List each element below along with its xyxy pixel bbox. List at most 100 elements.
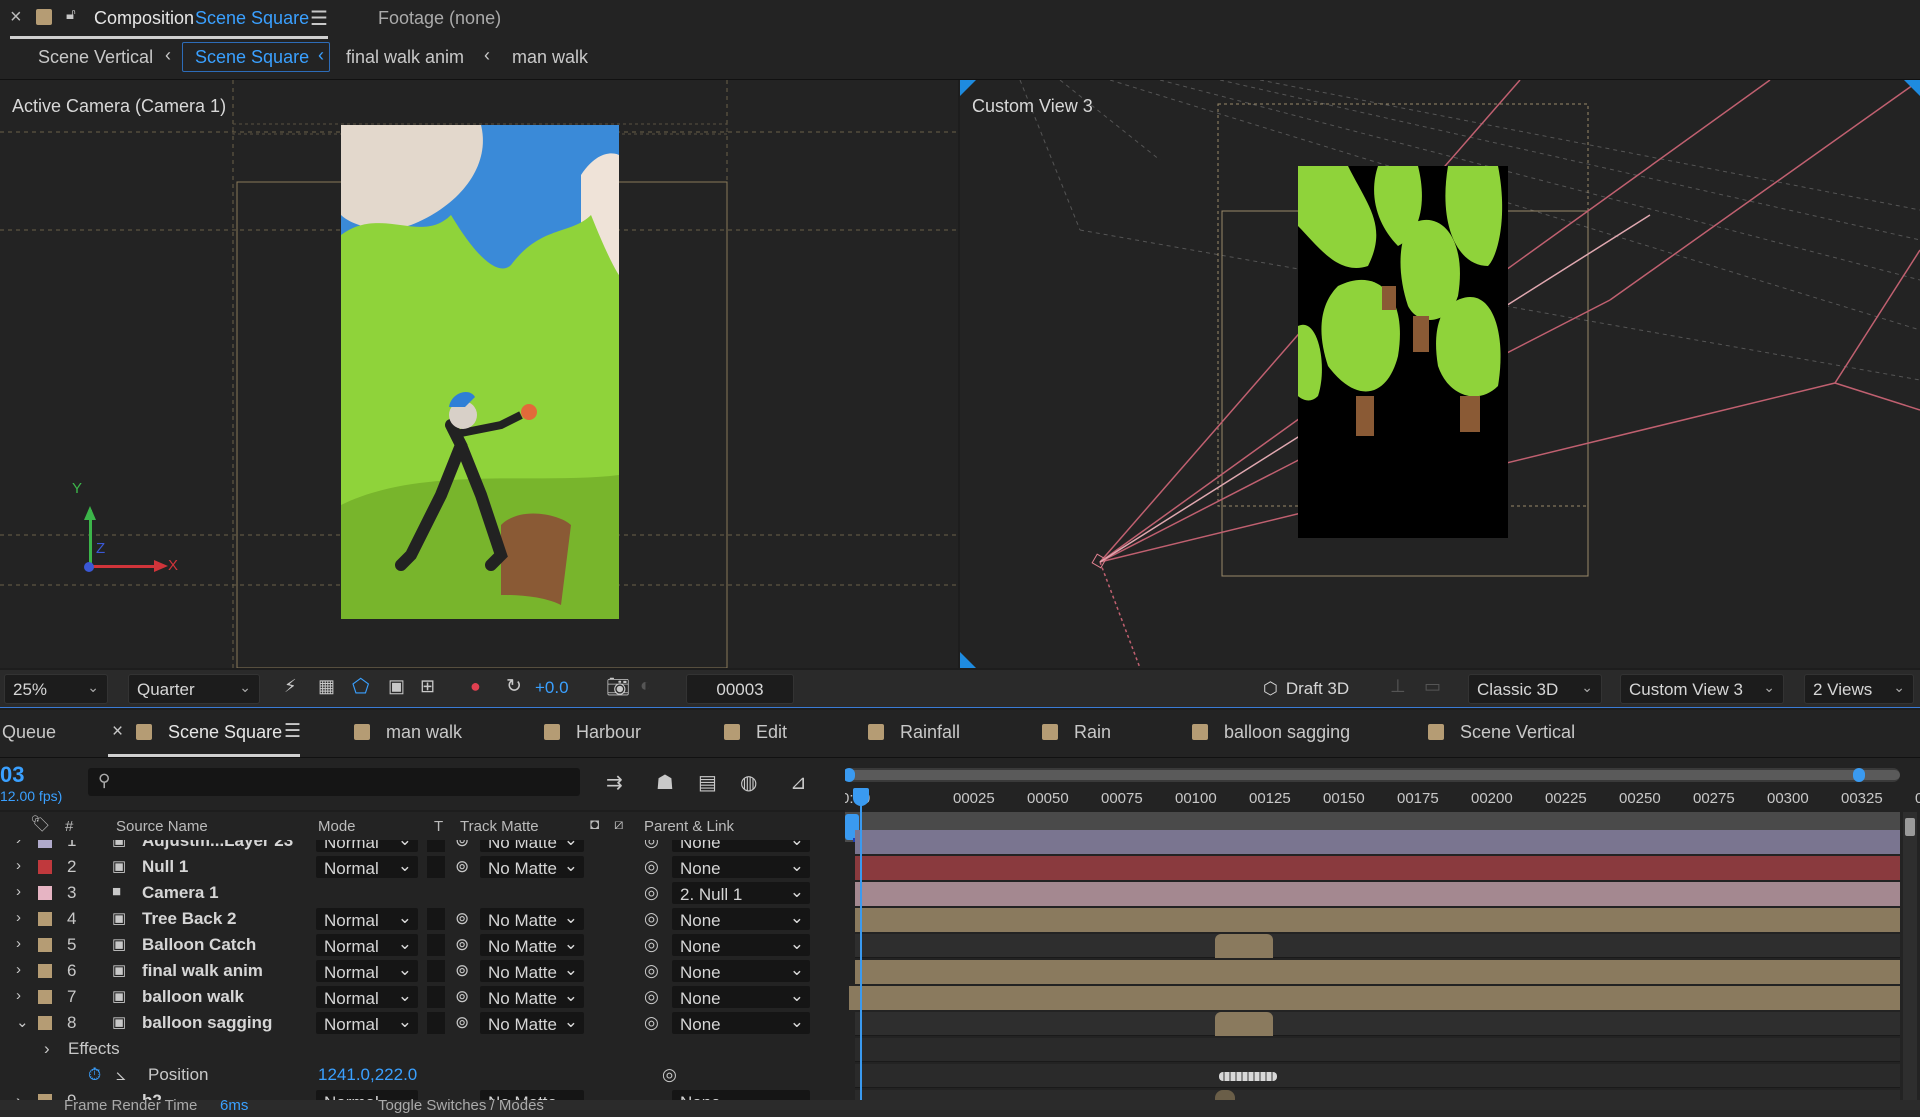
label-color[interactable]	[38, 1016, 52, 1030]
toggle-switches-modes[interactable]: Toggle Switches / Modes	[378, 1097, 544, 1114]
preserve-transparency-toggle[interactable]	[427, 934, 445, 956]
breadcrumb-scene-vertical[interactable]: Scene Vertical	[38, 47, 153, 68]
pickwhip-icon[interactable]: ◎	[644, 961, 659, 981]
layer-row[interactable]: › 5 ▣ Balloon Catch Normal ⌄ ⊚ No Matte ⌄ …	[0, 932, 845, 958]
layer-bar[interactable]	[1215, 1012, 1273, 1036]
chevron-right-icon[interactable]: ›	[16, 987, 21, 1004]
track-row[interactable]	[855, 856, 1900, 880]
mask-path-icon[interactable]: ⬠	[352, 674, 369, 699]
layer-bar[interactable]	[855, 856, 1900, 880]
tab-queue[interactable]: Queue	[2, 722, 56, 743]
close-icon[interactable]: ×	[112, 721, 123, 743]
parent-dropdown[interactable]: None⌄	[672, 1012, 810, 1034]
pickwhip-icon[interactable]: ◎	[644, 935, 659, 955]
parent-dropdown[interactable]: None⌄	[672, 934, 810, 956]
graph-icon[interactable]: ⦣	[116, 1065, 126, 1085]
chevron-right-icon[interactable]: ›	[16, 935, 21, 952]
layer-name[interactable]: final walk anim	[142, 961, 263, 981]
layer-bar[interactable]	[855, 882, 1900, 906]
pickwhip-icon[interactable]: ◎	[644, 987, 659, 1007]
track-matte-icon[interactable]: ⊚	[455, 935, 469, 955]
stopwatch-icon[interactable]: ⏱︎	[88, 1065, 101, 1085]
transparency-grid-icon[interactable]: ▦	[318, 676, 335, 697]
tab-scene-vertical[interactable]: Scene Vertical	[1428, 722, 1575, 743]
keyframes[interactable]	[1219, 1072, 1277, 1081]
layer-name[interactable]: Tree Back 2	[142, 909, 237, 929]
parent-dropdown[interactable]: None⌄	[672, 986, 810, 1008]
preserve-transparency-toggle[interactable]	[427, 986, 445, 1008]
time-ruler[interactable]: 0:00000250005000075001000012500150001750…	[845, 786, 1920, 812]
track-row[interactable]	[855, 830, 1900, 854]
mode-dropdown[interactable]: Normal⌄	[316, 934, 418, 956]
label-color[interactable]	[38, 964, 52, 978]
tab-rain[interactable]: Rain	[1042, 722, 1111, 743]
timeline-tracks[interactable]: 0:00000250005000075001000012500150001750…	[845, 758, 1920, 1117]
breadcrumb-final-walk-anim[interactable]: final walk anim	[346, 47, 464, 68]
parent-dropdown[interactable]: 2. Null 1 ⌄	[672, 882, 810, 904]
parent-dropdown[interactable]: None⌄	[672, 908, 810, 930]
track-matte-dropdown[interactable]: No Matte⌄	[480, 840, 584, 852]
layer-bar[interactable]	[855, 830, 1900, 854]
custom-view-viewer[interactable]: Custom View 3	[960, 80, 1920, 668]
preserve-transparency-toggle[interactable]	[427, 856, 445, 878]
expression-pickwhip-icon[interactable]: ◎	[662, 1065, 677, 1085]
lock-icon[interactable]: 🔓︎	[66, 6, 76, 23]
breadcrumb-man-walk[interactable]: man walk	[512, 47, 588, 68]
label-color[interactable]	[38, 860, 52, 874]
frame-blending-icon[interactable]: ▤	[698, 770, 717, 795]
preserve-transparency-toggle[interactable]	[427, 908, 445, 930]
preserve-transparency-toggle[interactable]	[427, 960, 445, 982]
zoom-slider[interactable]	[1903, 812, 1917, 1112]
layer-bar[interactable]	[849, 986, 1900, 1010]
track-row[interactable]	[855, 908, 1900, 932]
layer-row[interactable]: ⌄ 8 ▣ balloon sagging Normal ⌄ ⊚ No Matte…	[0, 1010, 845, 1036]
zoom-dropdown[interactable]: 25% ⌄	[4, 674, 108, 704]
layer-row[interactable]: › 6 ▣ final walk anim Normal ⌄ ⊚ No Matte…	[0, 958, 845, 984]
grid-guides-icon[interactable]: ⊞	[420, 676, 435, 697]
track-row[interactable]	[855, 1064, 1900, 1088]
track-matte-icon[interactable]: ⊚	[455, 857, 469, 877]
label-tag-icon[interactable]: 🏷︎	[30, 814, 50, 834]
tab-man-walk[interactable]: man walk	[354, 722, 462, 743]
renderer-dropdown[interactable]: Classic 3D ⌄	[1468, 674, 1602, 704]
layer-row[interactable]: › 7 ▣ balloon walk Normal ⌄ ⊚ No Matte ⌄ ◎…	[0, 984, 845, 1010]
layer-bar[interactable]	[855, 960, 1900, 984]
layer-name[interactable]: balloon sagging	[142, 1013, 272, 1033]
position-row[interactable]: ⏱︎ ⦣ Position 1241.0,222.0 ◎	[0, 1062, 845, 1088]
fast-previews-icon[interactable]: ⚡︎	[284, 676, 297, 697]
track-row[interactable]	[855, 934, 1900, 958]
parent-dropdown[interactable]: None⌄	[672, 856, 810, 878]
track-row[interactable]	[855, 960, 1900, 984]
pickwhip-icon[interactable]: ◎	[644, 840, 659, 851]
track-matte-dropdown[interactable]: No Matte⌄	[480, 1012, 584, 1034]
ground-plane-icon[interactable]: ⊥	[1390, 676, 1406, 697]
col-source-name[interactable]: Source Name	[116, 818, 208, 835]
comp-name[interactable]: Scene Square	[195, 8, 309, 29]
pickwhip-icon[interactable]: ◎	[644, 883, 659, 903]
layer-name[interactable]: balloon walk	[142, 987, 244, 1007]
shy-layers-icon[interactable]: ☗	[656, 770, 674, 795]
close-icon[interactable]: ×	[10, 6, 22, 29]
track-matte-icon[interactable]: ⊚	[455, 840, 469, 851]
mode-dropdown[interactable]: Normal⌄	[316, 840, 418, 852]
chevron-right-icon[interactable]: ›	[44, 1039, 50, 1059]
breadcrumb-scene-square[interactable]: Scene Square	[195, 47, 309, 68]
motion-blur-icon[interactable]: ◍	[740, 770, 757, 795]
color-channels-icon[interactable]: ●	[470, 676, 481, 697]
label-color[interactable]	[38, 840, 52, 848]
resolution-dropdown[interactable]: Quarter ⌄	[128, 674, 260, 704]
label-color[interactable]	[38, 938, 52, 952]
footage-tab[interactable]: Footage (none)	[378, 8, 501, 29]
tab-balloon-sagging[interactable]: balloon sagging	[1192, 722, 1350, 743]
track-matte-icon[interactable]: ⊚	[455, 1013, 469, 1033]
preserve-transparency-toggle[interactable]	[427, 840, 445, 852]
layer-row[interactable]: › 4 ▣ Tree Back 2 Normal ⌄ ⊚ No Matte ⌄ ◎ …	[0, 906, 845, 932]
pickwhip-icon[interactable]: ◎	[644, 1013, 659, 1033]
layer-name[interactable]: Balloon Catch	[142, 935, 256, 955]
chevron-down-icon[interactable]: ⌄	[16, 1013, 29, 1031]
composition-mini-flowchart-icon[interactable]: ⇉	[606, 770, 623, 795]
view-layout-dropdown[interactable]: 2 Views ⌄	[1804, 674, 1914, 704]
layer-name[interactable]: Camera 1	[142, 883, 219, 903]
track-matte-icon[interactable]: ⊚	[455, 909, 469, 929]
tab-scene-square[interactable]: Scene Square	[136, 722, 282, 743]
